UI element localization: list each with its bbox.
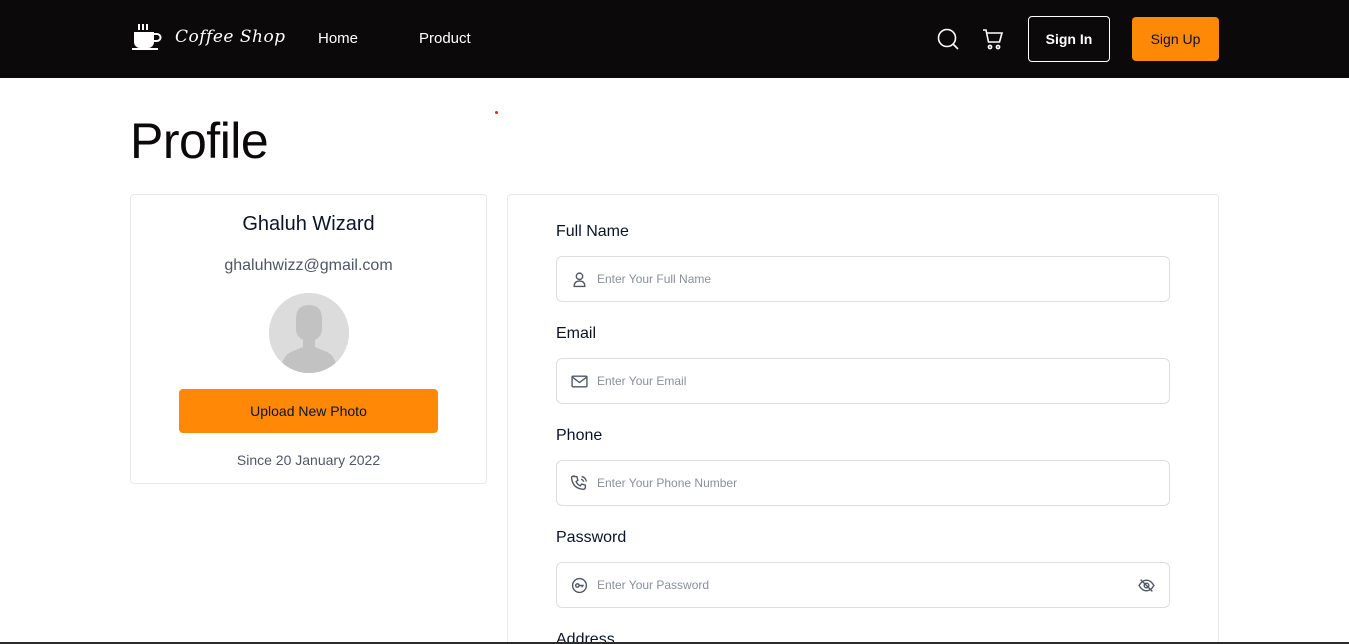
email-label: Email: [556, 325, 597, 342]
phone-field[interactable]: [556, 460, 1170, 506]
member-since: Since 20 January 2022: [236, 452, 381, 468]
red-dot: [495, 111, 498, 114]
eye-off-icon[interactable]: [1138, 577, 1155, 594]
nav-link-home[interactable]: Home: [318, 30, 358, 47]
avatar: [269, 293, 349, 373]
full-name-field[interactable]: [556, 256, 1170, 302]
upload-photo-button[interactable]: Upload New Photo: [179, 389, 438, 433]
sign-up-button[interactable]: Sign Up: [1132, 17, 1219, 61]
password-label: Password: [556, 529, 627, 546]
brand-logo[interactable]: Coffee Shop: [132, 22, 286, 52]
profile-email: ghaluhwizz@gmail.com: [224, 257, 393, 274]
page-title: Profile: [130, 113, 269, 169]
phone-input[interactable]: [597, 461, 1137, 505]
mail-icon: [571, 375, 588, 388]
full-name-input[interactable]: [597, 257, 1137, 301]
profile-card: Ghaluh Wizard ghaluhwizz@gmail.com Uploa…: [130, 194, 487, 484]
phone-icon: [571, 475, 588, 491]
email-field[interactable]: [556, 358, 1170, 404]
password-icon: [571, 577, 588, 594]
brand-name: Coffee Shop: [175, 27, 286, 47]
coffee-cup-icon: [132, 24, 162, 50]
user-icon: [573, 272, 586, 288]
phone-label: Phone: [556, 427, 603, 444]
navbar: Coffee Shop Home Product Sign In Sign Up: [0, 0, 1349, 78]
avatar-placeholder-icon: [269, 293, 349, 373]
password-field[interactable]: [556, 562, 1170, 608]
search-icon[interactable]: [936, 27, 960, 51]
cart-icon[interactable]: [981, 27, 1005, 51]
password-input[interactable]: [597, 563, 1137, 607]
email-input[interactable]: [597, 359, 1137, 403]
profile-form: Full Name Email Phone Password: [507, 194, 1219, 644]
sign-in-button[interactable]: Sign In: [1028, 16, 1110, 62]
profile-name: Ghaluh Wizard: [242, 213, 375, 235]
full-name-label: Full Name: [556, 223, 629, 240]
nav-link-product[interactable]: Product: [419, 30, 471, 47]
